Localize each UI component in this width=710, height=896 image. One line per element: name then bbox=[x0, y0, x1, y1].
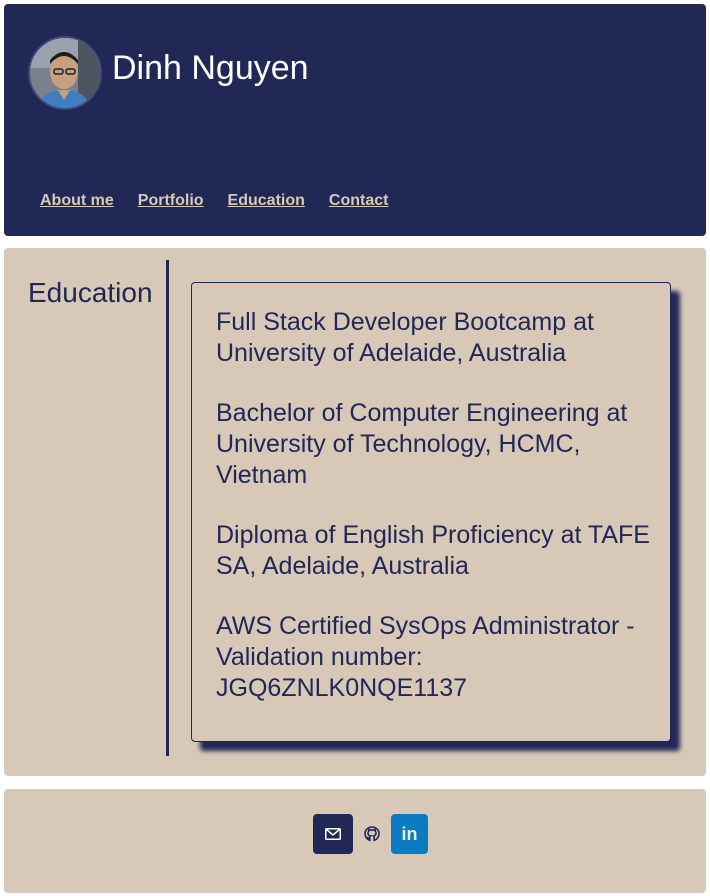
github-button[interactable] bbox=[353, 814, 391, 854]
email-icon bbox=[325, 828, 341, 840]
education-section: Education Full Stack Developer Bootcamp … bbox=[4, 248, 706, 776]
nav-about-me[interactable]: About me bbox=[40, 190, 114, 212]
profile-photo-icon bbox=[30, 38, 100, 108]
linkedin-button[interactable]: in bbox=[391, 814, 428, 854]
education-item: Full Stack Developer Bootcamp at Univers… bbox=[216, 308, 594, 367]
education-item: AWS Certified SysOps Administrator - Val… bbox=[216, 612, 635, 702]
main-nav: About me Portfolio Education Contact bbox=[40, 190, 388, 212]
site-footer: in bbox=[4, 789, 706, 893]
site-title: Dinh Nguyen bbox=[112, 49, 309, 87]
site-header: Dinh Nguyen About me Portfolio Education… bbox=[4, 4, 706, 236]
social-links: in bbox=[313, 814, 428, 854]
education-card: Full Stack Developer Bootcamp at Univers… bbox=[191, 282, 671, 742]
nav-education[interactable]: Education bbox=[228, 190, 305, 212]
avatar bbox=[28, 36, 102, 110]
education-item: Bachelor of Computer Engineering at Univ… bbox=[216, 399, 628, 489]
github-icon bbox=[364, 826, 380, 842]
education-item: Diploma of English Proficiency at TAFE S… bbox=[216, 521, 650, 580]
section-divider bbox=[166, 260, 169, 756]
section-title: Education bbox=[28, 277, 153, 308]
email-button[interactable] bbox=[313, 814, 353, 854]
nav-contact[interactable]: Contact bbox=[329, 190, 389, 212]
linkedin-icon: in bbox=[401, 823, 418, 844]
nav-portfolio[interactable]: Portfolio bbox=[138, 190, 204, 212]
